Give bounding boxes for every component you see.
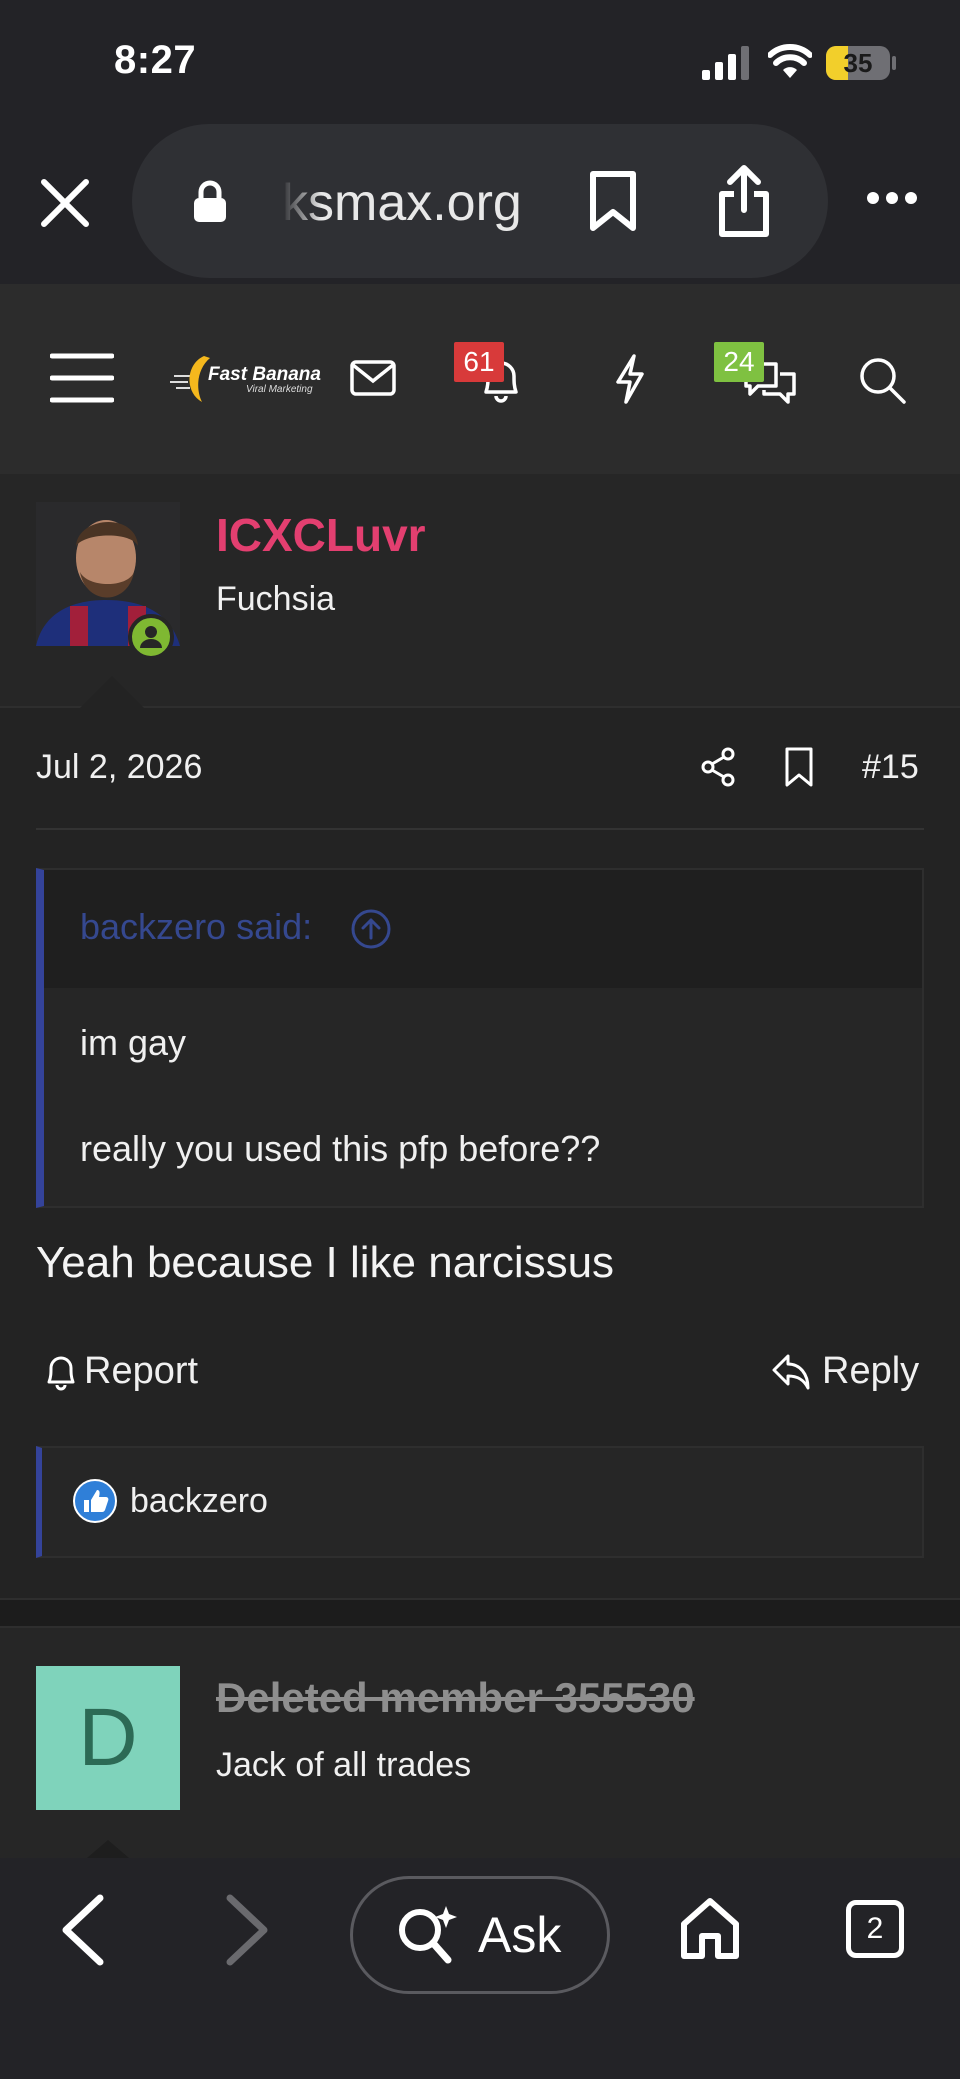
divider [36, 828, 924, 830]
post-number[interactable]: #15 [862, 748, 919, 787]
home-icon[interactable] [678, 1896, 742, 1962]
next-post-user-title: Jack of all trades [216, 1746, 472, 1784]
report-button[interactable]: Report [84, 1350, 198, 1393]
wifi-icon [768, 44, 812, 78]
logo-subtext: Viral Marketing [246, 384, 313, 395]
bell-report-icon[interactable] [44, 1352, 78, 1392]
share-post-icon[interactable] [700, 746, 736, 788]
post-date[interactable]: Jul 2, 2026 [36, 748, 202, 787]
reaction-users[interactable]: backzero [130, 1482, 268, 1521]
more-icon[interactable] [866, 190, 918, 206]
battery-nub [892, 56, 896, 70]
like-icon[interactable] [72, 1478, 118, 1524]
post-username[interactable]: ICXCLuvr [216, 508, 426, 562]
url-fade [282, 173, 322, 233]
menu-icon[interactable] [50, 352, 114, 404]
reply-button[interactable]: Reply [822, 1350, 919, 1393]
post-body-text: Yeah because I like narcissus [36, 1238, 615, 1287]
status-time: 8:27 [114, 38, 197, 82]
battery-indicator: 35 [826, 46, 890, 80]
battery-text: 35 [843, 48, 873, 78]
forward-icon[interactable] [224, 1894, 270, 1966]
back-icon[interactable] [60, 1894, 106, 1966]
bookmark-post-icon[interactable] [784, 746, 814, 788]
post-user-title: Fuchsia [216, 580, 336, 618]
conversations-badge: 24 [714, 342, 764, 382]
bolt-icon[interactable] [614, 354, 646, 404]
ask-search-sparkle-icon [399, 1906, 457, 1964]
jump-to-quote-icon[interactable] [350, 908, 392, 950]
message-notch [80, 676, 144, 708]
reply-icon[interactable] [770, 1352, 812, 1392]
url-domain[interactable]: ksmax.org [282, 173, 542, 233]
search-icon[interactable] [858, 356, 906, 404]
bookmark-icon[interactable] [588, 170, 638, 232]
close-icon[interactable] [40, 178, 90, 228]
online-status-badge [128, 614, 174, 660]
cellular-signal-icon [702, 46, 749, 80]
post-separator [0, 1598, 960, 1628]
user-online-icon [140, 626, 162, 648]
status-bar: 8:27 [0, 0, 960, 120]
next-post-username[interactable]: Deleted member 355530 [216, 1674, 695, 1722]
site-logo[interactable]: Fast Banana Viral Marketing [168, 350, 321, 406]
quote-author[interactable]: backzero said: [80, 906, 312, 948]
quote-line: really you used this pfp before?? [80, 1128, 601, 1169]
mail-icon[interactable] [350, 360, 396, 396]
alerts-badge: 61 [454, 342, 504, 382]
avatar[interactable]: D [36, 1666, 180, 1810]
tab-count-button[interactable]: 2 [846, 1900, 904, 1958]
lock-icon [194, 180, 226, 222]
share-icon[interactable] [716, 164, 772, 238]
ask-label: Ask [478, 1907, 562, 1963]
quote-line: im gay [80, 1022, 187, 1063]
logo-text: Fast Banana [208, 364, 321, 385]
